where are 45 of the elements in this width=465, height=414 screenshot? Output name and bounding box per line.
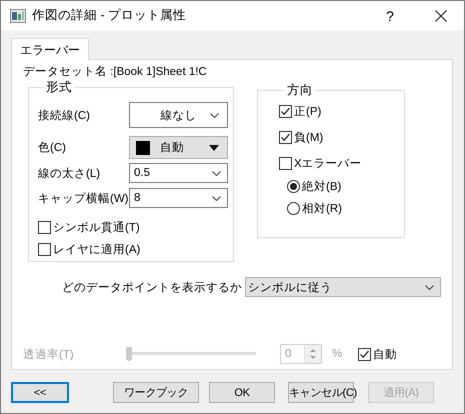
tab[interactable]: エラーバー: [11, 38, 89, 60]
field-label: どのデータポイントを表示するか: [61, 280, 243, 294]
checkbox-label: シンボル貫通(T): [53, 220, 140, 235]
checkbox[interactable]: [279, 105, 292, 118]
color-dropdown[interactable]: 自動: [129, 136, 228, 159]
dropdown-arrow-icon: [209, 144, 219, 150]
dialog-button[interactable]: <<: [11, 382, 69, 403]
checkbox-label: 正(P): [294, 105, 322, 119]
field-label: 色(C): [38, 140, 67, 155]
unit-label: %: [332, 348, 344, 360]
window-title: 作図の詳細 - プロット属性: [32, 7, 188, 24]
chevron-down-icon: [212, 170, 221, 176]
checkbox[interactable]: [38, 221, 51, 234]
checkbox-label: レイヤに適用(A): [53, 242, 140, 257]
close-icon[interactable]: [435, 10, 447, 22]
points-dropdown[interactable]: シンボルに従う: [245, 277, 441, 297]
checkbox-label: Xエラーバー: [294, 157, 362, 171]
checkbox[interactable]: [279, 131, 292, 144]
dataset-name: データセット名 :[Book 1]Sheet 1!C: [23, 64, 208, 79]
checkbox-label: 負(M): [294, 130, 324, 145]
dialog-button[interactable]: OK: [209, 382, 275, 403]
app-icon: [10, 8, 26, 22]
radio-label: 相対(R): [302, 201, 342, 216]
field-label: キャップ横幅(W): [38, 191, 129, 206]
field-label: 接続線(C): [38, 108, 91, 122]
dialog-button[interactable]: キャンセル(C): [288, 382, 354, 403]
combo-box[interactable]: 0.5: [129, 163, 228, 183]
checkbox[interactable]: [279, 157, 292, 170]
checkbox[interactable]: [38, 243, 51, 256]
group-title: 方向: [286, 82, 314, 99]
dialog-button[interactable]: ワークブック: [113, 382, 199, 403]
transparency-slider[interactable]: [124, 347, 256, 361]
line-dropdown[interactable]: 線なし: [129, 102, 228, 128]
chevron-down-icon: [425, 284, 434, 290]
radio-label: 絶対(B): [302, 179, 342, 194]
group-title: 形式: [45, 79, 73, 96]
field-label: 透過率(T): [23, 348, 75, 362]
radio-button[interactable]: [287, 202, 300, 215]
chevron-down-icon: [212, 196, 221, 200]
checkbox-label: 自動: [373, 348, 397, 362]
radio-button[interactable]: [287, 180, 300, 193]
chevron-down-icon: [210, 113, 219, 118]
help-button[interactable]: ?: [370, 8, 410, 24]
combo-box[interactable]: 8: [129, 188, 228, 208]
field-label: 線の太さ(L): [38, 166, 102, 180]
